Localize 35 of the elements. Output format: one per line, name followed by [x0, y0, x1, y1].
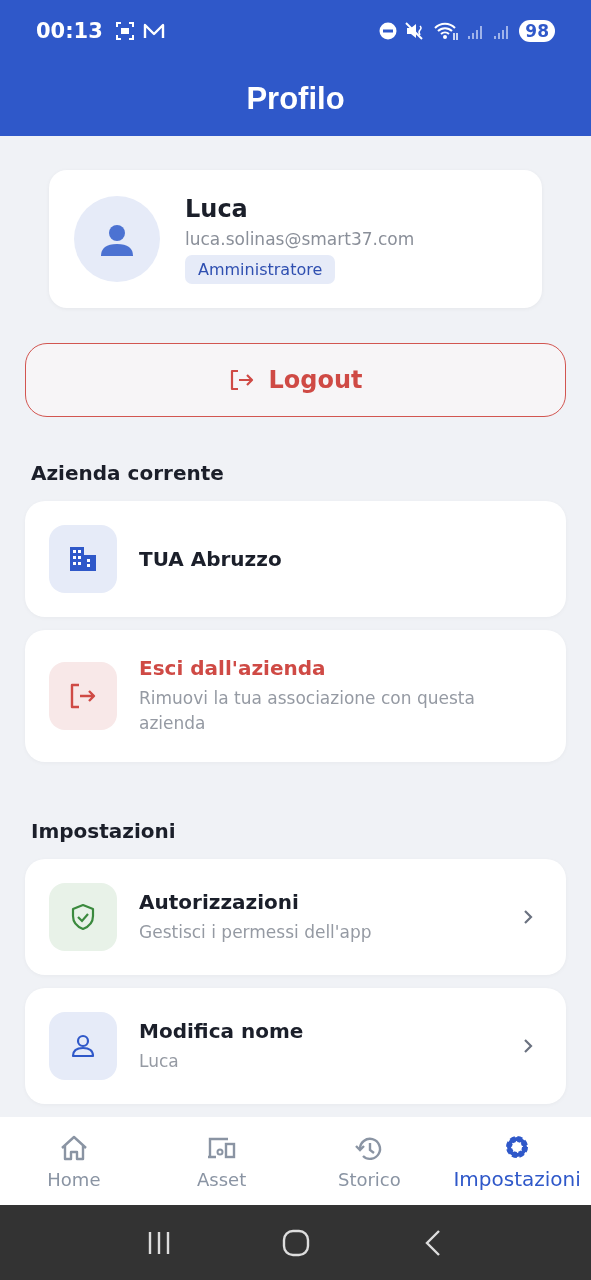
building-icon: [68, 544, 98, 574]
item-subtitle: Luca: [139, 1049, 180, 1073]
item-title: Modifica nome: [139, 1018, 305, 1043]
section-title: Azienda corrente: [31, 461, 225, 485]
company-item[interactable]: TUA Abruzzo: [25, 501, 566, 617]
settings-item[interactable]: Modifica nome Luca: [25, 988, 566, 1104]
page-title: Profilo: [246, 81, 345, 117]
leave-company-item[interactable]: Esci dall'azienda Rimuovi la tua associazione con questa azienda: [25, 630, 566, 762]
item-subtitle: Rimuovi la tua associazione con questa azienda: [139, 687, 476, 735]
item-title: Esci dall'azienda: [139, 656, 327, 681]
item-subtitle: Gestisci i permessi dell'app: [139, 920, 373, 944]
nav-tab[interactable]: Asset: [147, 1117, 296, 1205]
chevron-right-icon: [522, 1037, 534, 1055]
exit-icon: [68, 681, 98, 711]
nav-tab[interactable]: Storico: [295, 1117, 444, 1205]
home-button-icon[interactable]: [281, 1228, 310, 1257]
battery-level: 98: [519, 20, 555, 42]
exit-icon: [228, 368, 255, 392]
avatar-icon: [74, 196, 160, 282]
logout-button[interactable]: Logout: [25, 343, 566, 417]
nav-tab[interactable]: Impostazioni: [443, 1117, 591, 1205]
do-not-disturb-icon: [379, 22, 398, 40]
role-badge: Amministratore: [185, 254, 336, 284]
clock-time: 00:13: [36, 19, 103, 43]
item-title: Autorizzazioni: [139, 889, 300, 914]
mail-icon: [142, 22, 165, 40]
chevron-right-icon: [522, 908, 534, 926]
settings-item[interactable]: Autorizzazioni Gestisci i permessi dell'app: [25, 859, 566, 975]
user-email: luca.solinas@smart37.com: [185, 228, 415, 249]
item-title: TUA Abruzzo: [139, 547, 283, 571]
section-title: Impostazioni: [31, 819, 177, 843]
nav-tab[interactable]: Home: [0, 1117, 148, 1205]
user-name: Luca: [185, 194, 249, 223]
screenshot-icon: [114, 21, 135, 41]
wifi-icon: [433, 21, 460, 41]
